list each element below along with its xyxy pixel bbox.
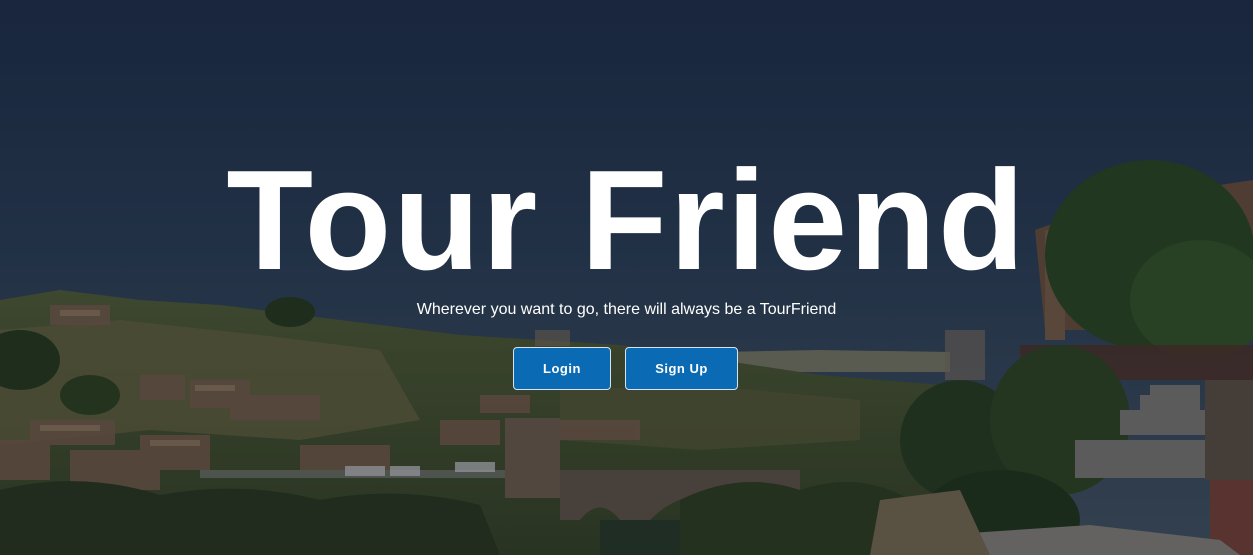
- hero-content: Tour Friend Wherever you want to go, the…: [0, 0, 1253, 555]
- site-title: Tour Friend: [226, 141, 1027, 300]
- login-button[interactable]: Login: [513, 347, 611, 390]
- sign-up-button[interactable]: Sign Up: [625, 347, 738, 390]
- site-tagline: Wherever you want to go, there will alwa…: [416, 301, 837, 318]
- hero-section: Tour Friend Wherever you want to go, the…: [0, 0, 1253, 555]
